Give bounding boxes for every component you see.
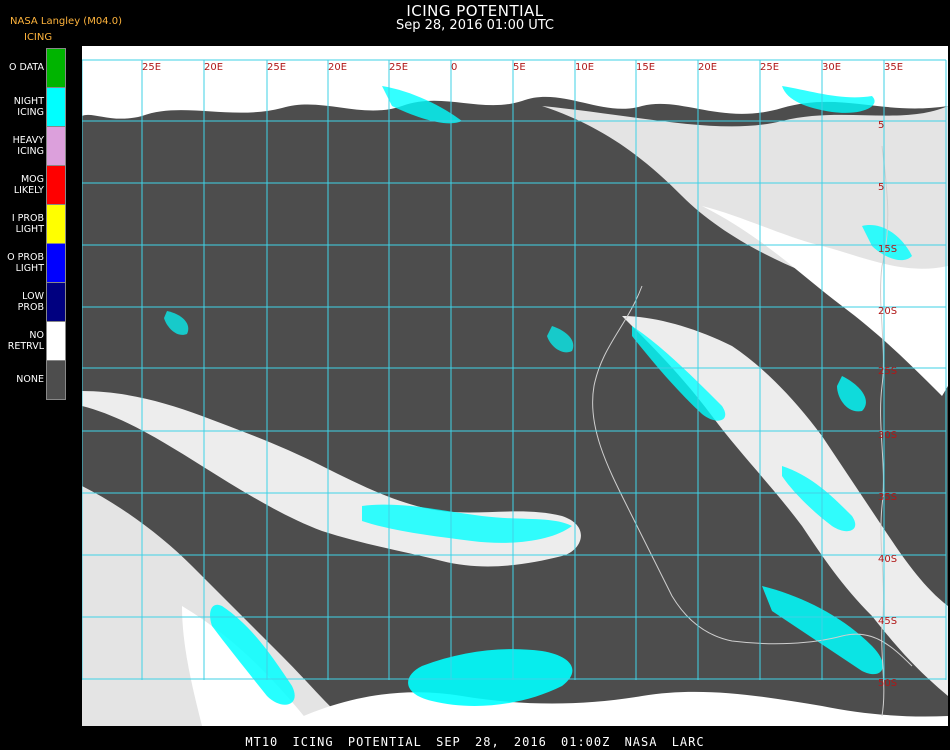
legend-swatch	[46, 321, 66, 361]
legend-label: NIGHT ICING	[13, 95, 44, 118]
longitude-label: 5E	[513, 62, 526, 73]
legend-item-low-prob: LOW PROB	[0, 282, 66, 322]
longitude-label: 25E	[142, 62, 161, 73]
longitude-label: 30E	[822, 62, 841, 73]
longitude-label: 25E	[760, 62, 779, 73]
longitude-label: 20E	[204, 62, 223, 73]
legend-swatch	[46, 126, 66, 166]
longitude-label: 20E	[698, 62, 717, 73]
longitude-label: 25E	[389, 62, 408, 73]
image-footer: MT10 ICING POTENTIAL SEP 28, 2016 01:00Z…	[245, 735, 705, 749]
latitude-label: 45S	[878, 616, 897, 627]
legend-swatch	[46, 360, 66, 400]
latitude-label: 25S	[878, 366, 897, 377]
latitude-label: 5	[878, 120, 884, 131]
legend-item-no-retrieval: NO RETRVL	[0, 321, 66, 361]
legend-swatch	[46, 282, 66, 322]
legend-label: NONE	[16, 374, 44, 385]
source-label: NASA Langley (M04.0)	[10, 16, 122, 27]
legend-label: NO RETRVL	[7, 329, 44, 352]
legend-label: O PROB LIGHT	[7, 251, 44, 274]
latitude-label: 50S	[878, 678, 897, 689]
satellite-map[interactable]: 25E 20E 25E 20E 25E 0 5E 10E 15E 20E 25E 30E 35E 5 5 1…	[82, 46, 948, 726]
legend-label: MOG LIKELY	[13, 173, 44, 196]
latitude-label: 15S	[878, 244, 897, 255]
longitude-label: 10E	[575, 62, 594, 73]
latitude-label: 40S	[878, 554, 897, 565]
legend-item-heavy-icing: HEAVY ICING	[0, 126, 66, 166]
latitude-label: 35S	[878, 492, 897, 503]
longitude-label: 35E	[884, 62, 903, 73]
legend-label: HEAVY ICING	[12, 134, 44, 157]
legend-item-no-data: O DATA	[0, 48, 66, 88]
legend-item-lo-prob-light: O PROB LIGHT	[0, 243, 66, 283]
longitude-label: 25E	[267, 62, 286, 73]
latitude-label: 5	[878, 182, 884, 193]
legend-swatch	[46, 87, 66, 127]
legend-swatch	[46, 204, 66, 244]
legend-item-night-icing: NIGHT ICING	[0, 87, 66, 127]
longitude-label: 15E	[636, 62, 655, 73]
legend-item-mog-likely: MOG LIKELY	[0, 165, 66, 205]
longitude-label: 20E	[328, 62, 347, 73]
legend-item-hi-prob-light: I PROB LIGHT	[0, 204, 66, 244]
timestamp: Sep 28, 2016 01:00 UTC	[395, 18, 555, 33]
legend-swatch	[46, 48, 66, 88]
legend-label: LOW PROB	[17, 290, 44, 313]
legend-swatch	[46, 243, 66, 283]
legend-label: I PROB LIGHT	[11, 212, 44, 235]
legend-label: O DATA	[9, 62, 44, 73]
latitude-label: 30S	[878, 430, 897, 441]
cloud-layer	[82, 46, 948, 726]
legend: O DATA NIGHT ICING HEAVY ICING MOG LIKEL…	[0, 48, 66, 400]
longitude-label: 0	[451, 62, 457, 73]
latitude-label: 20S	[878, 306, 897, 317]
map-canvas: 25E 20E 25E 20E 25E 0 5E 10E 15E 20E 25E 30E 35E 5 5 1…	[82, 46, 948, 726]
legend-item-none: NONE	[0, 360, 66, 400]
legend-swatch	[46, 165, 66, 205]
legend-title: ICING	[24, 32, 53, 43]
